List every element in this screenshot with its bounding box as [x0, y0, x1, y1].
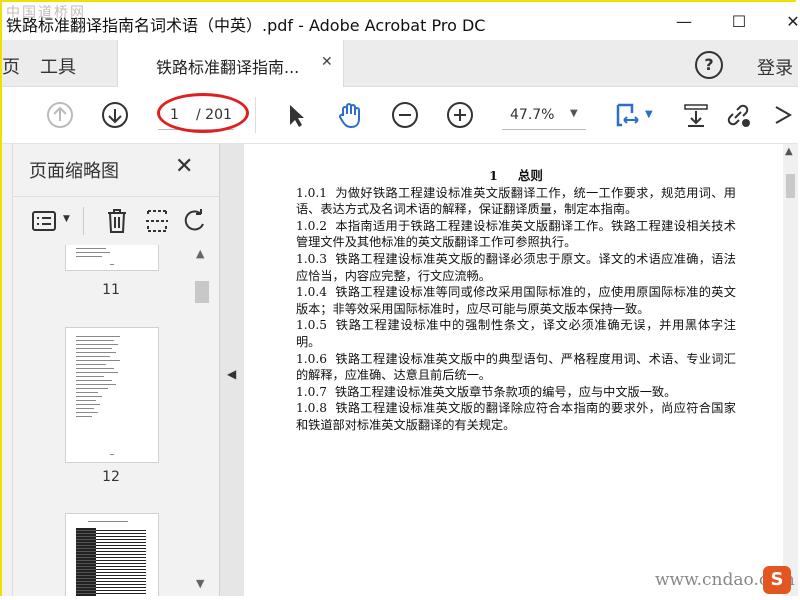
tab-document[interactable]: 铁路标准翻译指南... ✕: [117, 40, 344, 87]
extract-pages-icon[interactable]: [144, 208, 170, 234]
paragraph: 1.0.3 铁路工程建设标准英文版的翻译必须忠于原文。译文的术语应准确，语法应恰当…: [296, 251, 736, 283]
options-chevron-icon[interactable]: ▼: [63, 214, 70, 224]
panel-title: 页面缩略图: [29, 161, 119, 182]
thumbnail-list: 11 12 ▲ ▼: [13, 245, 219, 596]
paragraph: 1.0.5 铁路工程建设标准中的强制性条文，译文必须准确无误，并用黑体字注明。: [296, 318, 736, 349]
scroll-up-icon[interactable]: ▲: [196, 247, 204, 260]
hand-tool-icon[interactable]: [336, 101, 364, 129]
close-window-button[interactable]: ✕: [783, 12, 800, 32]
title-bar: 中国道桥网 铁路标准翻译指南名词术语（中英）.pdf - Adobe Acrob…: [2, 2, 800, 40]
collapse-panel-icon[interactable]: ◀: [227, 367, 236, 381]
tab-home[interactable]: 页: [2, 53, 20, 79]
heading-text: 总则: [517, 168, 543, 183]
chevron-down-icon: ▼: [570, 108, 578, 119]
page-thumbnail[interactable]: [65, 245, 159, 271]
doc-scrollbar-thumb[interactable]: [786, 174, 795, 198]
doc-scroll-up-icon[interactable]: ▲: [785, 146, 793, 157]
previous-page-icon[interactable]: [46, 101, 74, 129]
zoom-value: 47.7%: [510, 107, 555, 123]
paragraph: 1.0.7 铁路工程建设标准英文版章节条款项的编号，应与中文版一致。: [296, 384, 677, 399]
toolbar-separator: [255, 97, 256, 133]
thumbnail-options-icon[interactable]: [31, 209, 57, 233]
paragraph: 1.0.1 为做好铁路工程建设标准英文版翻译工作，统一工作要求，规范用词、用语、表…: [296, 185, 736, 217]
page-number-highlight: [157, 93, 249, 133]
toolbar: 1 / 201 47.7% ▼ ▼: [2, 87, 798, 144]
download-icon[interactable]: [682, 101, 710, 129]
tab-bar: 页 工具 铁路标准翻译指南... ✕ ? 登录: [2, 40, 798, 87]
scrollbar-thumb[interactable]: [195, 281, 209, 303]
section-heading: 1 总则: [296, 168, 736, 185]
rotate-page-icon[interactable]: [183, 208, 207, 234]
paragraph: 1.0.6 铁路工程建设标准英文版中的典型语句、严格程度用词、术语、专业词汇的解释…: [296, 351, 736, 383]
site-logo: S: [763, 566, 791, 594]
zoom-in-icon[interactable]: [446, 101, 474, 129]
tab-document-label: 铁路标准翻译指南...: [156, 58, 300, 77]
panel-toolbar: ▼: [13, 196, 219, 246]
left-rail: [2, 144, 13, 596]
minimize-button[interactable]: —: [674, 12, 694, 32]
heading-number: 1: [489, 168, 498, 183]
document-page: 1 总则 1.0.1 为做好铁路工程建设标准英文版翻译工作，统一工作要求，规范用词、…: [296, 168, 736, 434]
share-icon[interactable]: [770, 101, 798, 129]
delete-page-icon[interactable]: [105, 208, 129, 234]
document-view: 1 总则 1.0.1 为做好铁路工程建设标准英文版翻译工作，统一工作要求，规范用词、…: [244, 144, 798, 596]
panel-separator: [83, 207, 84, 235]
close-tab-icon[interactable]: ✕: [321, 54, 333, 70]
thumbnail-scrollbar[interactable]: ▲ ▼: [193, 245, 211, 596]
page-thumbnails-panel: 页面缩略图 ✕ ▼ 11 12 ▲ ▼: [13, 144, 219, 596]
zoom-out-icon[interactable]: [391, 101, 419, 129]
page-fit-icon[interactable]: [614, 101, 642, 129]
select-pointer-icon[interactable]: [282, 101, 310, 129]
page-fit-dropdown-icon[interactable]: ▼: [645, 109, 653, 120]
panel-close-icon[interactable]: ✕: [175, 154, 193, 179]
page-thumbnail[interactable]: [65, 327, 159, 463]
paragraph: 1.0.8 铁路工程建设标准英文版的翻译除应符合本指南的要求外，尚应符合国家和铁道…: [296, 401, 736, 432]
maximize-button[interactable]: ☐: [729, 12, 749, 32]
paragraph: 1.0.2 本指南适用于铁路工程建设标准英文版翻译工作。铁路工程建设相关技术管理文…: [296, 218, 736, 250]
paragraph: 1.0.4 铁路工程建设标准等同或修改采用国际标准的，应使用原国际标准的英文版本；…: [296, 285, 736, 316]
help-icon[interactable]: ?: [695, 51, 723, 79]
tab-tools[interactable]: 工具: [40, 53, 76, 79]
thumbnail-table-col: [76, 528, 96, 596]
document-scrollbar[interactable]: ▲: [783, 144, 798, 596]
scroll-down-icon[interactable]: ▼: [196, 577, 204, 590]
link-icon[interactable]: [724, 101, 752, 129]
page-thumbnail[interactable]: [65, 513, 159, 596]
zoom-select[interactable]: 47.7% ▼: [502, 101, 586, 130]
next-page-icon[interactable]: [101, 101, 129, 129]
window-title: 铁路标准翻译指南名词术语（中英）.pdf - Adobe Acrobat Pro…: [6, 16, 486, 35]
thumbnail-label: 12: [102, 469, 120, 485]
panel-divider[interactable]: ◀: [219, 144, 244, 596]
login-button[interactable]: 登录: [757, 54, 793, 80]
thumbnail-label: 11: [102, 282, 120, 298]
